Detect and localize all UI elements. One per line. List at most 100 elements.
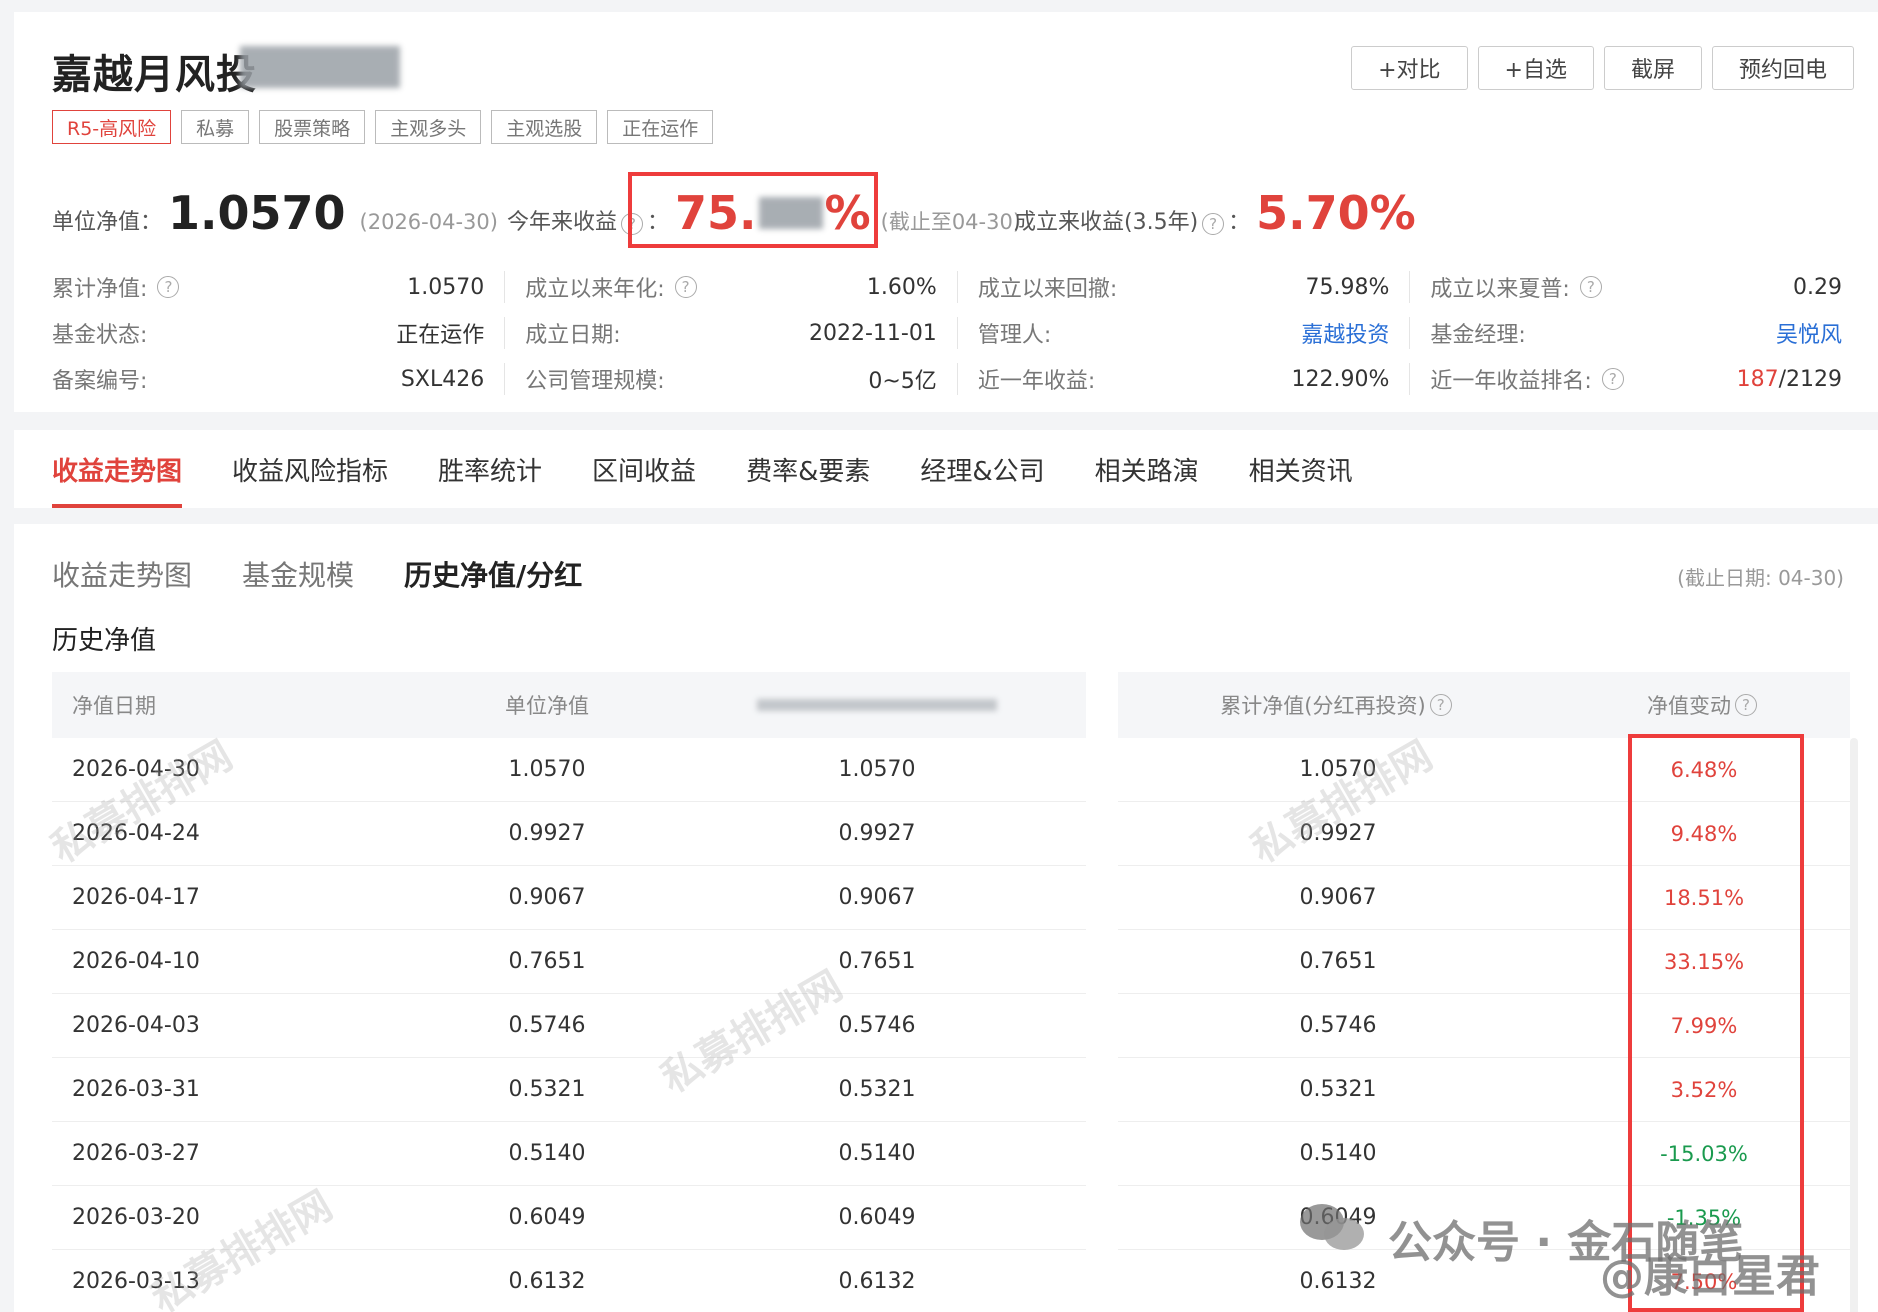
cell-date: 2026-03-20 bbox=[72, 1205, 200, 1230]
cell-nav: 0.6049 bbox=[508, 1205, 586, 1230]
stat-label-text: 成立日期: bbox=[525, 323, 621, 348]
help-icon[interactable]: ? bbox=[1429, 694, 1452, 716]
cell-date: 2026-04-17 bbox=[72, 885, 200, 910]
table-row: 2026-03-20 0.6049 0.6049 bbox=[52, 1186, 1086, 1250]
help-icon[interactable]: ? bbox=[674, 276, 697, 298]
screenshot-button[interactable]: 截屏 bbox=[1603, 46, 1702, 90]
col-date: 净值日期 bbox=[72, 694, 156, 718]
cell-nav2: 0.5321 bbox=[838, 1077, 916, 1102]
weibo-handle-overlay: @康白星君 bbox=[1600, 1251, 1820, 1302]
subtab-2[interactable]: 历史净值/分红 bbox=[404, 554, 582, 594]
compare-button[interactable]: +对比 bbox=[1351, 46, 1468, 90]
stat-value: 0~5亿 bbox=[868, 369, 937, 394]
stat-cell: 成立以来夏普:? 0.29 bbox=[1409, 271, 1862, 303]
tab-5[interactable]: 经理&公司 bbox=[920, 430, 1044, 508]
stat-label: 公司管理规模: bbox=[525, 363, 664, 395]
stat-cell: 成立日期: 2022-11-01 bbox=[504, 317, 957, 349]
stat-value: 187/2129 bbox=[1737, 367, 1842, 392]
col-nav-change: 净值变动? bbox=[1558, 690, 1850, 720]
cell-nav2: 0.5140 bbox=[838, 1141, 916, 1166]
tab-7[interactable]: 相关资讯 bbox=[1249, 430, 1353, 508]
cell-acc: 0.6132 bbox=[1299, 1269, 1377, 1294]
book-callback-button[interactable]: 预约回电 bbox=[1711, 46, 1854, 90]
table-row: 2026-03-31 0.5321 0.5321 bbox=[52, 1058, 1086, 1122]
cell-nav: 0.6132 bbox=[508, 1269, 586, 1294]
stat-label: 备案编号: bbox=[52, 363, 147, 395]
summary-row: 单位净值： 1.0570 (2026-04-30) 今年来收益 ? ： 75. … bbox=[52, 186, 1862, 246]
table-row: 2026-04-10 0.7651 0.7651 bbox=[52, 930, 1086, 994]
subtab-1[interactable]: 基金规模 bbox=[242, 554, 354, 594]
stat-label-text: 近一年收益: bbox=[977, 369, 1096, 394]
stat-cell: 近一年收益排名:? 187/2129 bbox=[1409, 363, 1862, 395]
col-acc-nav-label: 累计净值(分红再投资) bbox=[1220, 694, 1426, 718]
annotation-box-ytd bbox=[628, 172, 878, 248]
tab-0[interactable]: 收益走势图 bbox=[52, 430, 183, 508]
stat-value[interactable]: 嘉越投资 bbox=[1301, 317, 1389, 349]
stat-cell: 管理人: 嘉越投资 bbox=[956, 317, 1410, 349]
main-tabs-bar: 收益走势图 收益风险指标 胜率统计 区间收益 费率&要素 经理&公司 相关路演 相关资讯 bbox=[14, 430, 1878, 508]
help-icon[interactable]: ? bbox=[1601, 368, 1624, 390]
subtab-0[interactable]: 收益走势图 bbox=[52, 554, 192, 594]
cell-acc: 0.7651 bbox=[1299, 949, 1377, 974]
main-tabs: 收益走势图 收益风险指标 胜率统计 区间收益 费率&要素 经理&公司 相关路演 相关资讯 bbox=[52, 430, 1353, 508]
header-actions: +对比 +自选 截屏 预约回电 bbox=[1351, 46, 1854, 90]
cell-date: 2026-04-03 bbox=[72, 1013, 200, 1038]
tab-6[interactable]: 相关路演 bbox=[1095, 430, 1199, 508]
stat-label: 近一年收益: bbox=[978, 363, 1095, 395]
cell-nav: 0.7651 bbox=[508, 949, 586, 974]
tab-1[interactable]: 收益风险指标 bbox=[232, 430, 388, 508]
stat-label-text: 公司管理规模: bbox=[525, 369, 665, 394]
redacted-title-blur bbox=[240, 46, 400, 88]
status-tag: 正在运作 bbox=[607, 110, 714, 144]
stat-label-text: 累计净值: bbox=[52, 277, 148, 302]
history-table-left: 净值日期 单位净值 2026-04-30 1.0570 1.0570 2026-04-… bbox=[52, 672, 1086, 1312]
stat-cell: 基金经理: 吴悦风 bbox=[1409, 317, 1862, 349]
redacted-header-blur bbox=[757, 699, 997, 711]
stat-cell: 基金状态: 正在运作 bbox=[52, 317, 504, 349]
cell-nav2: 1.0570 bbox=[838, 757, 916, 782]
table-row: 2026-03-27 0.5140 0.5140 bbox=[52, 1122, 1086, 1186]
add-watchlist-button[interactable]: +自选 bbox=[1477, 46, 1594, 90]
stats-grid: 累计净值:? 1.0570 成立以来年化:? 1.60% 成立以来回撤: 75.98% 成立… bbox=[52, 264, 1862, 402]
stat-value[interactable]: 吴悦风 bbox=[1776, 317, 1842, 349]
cell-nav: 0.9927 bbox=[508, 821, 586, 846]
stats-row: 基金状态: 正在运作 成立日期: 2022-11-01 管理人: 嘉越投资 基金经理: 吴悦风 bbox=[52, 310, 1862, 356]
stat-label: 成立以来回撤: bbox=[978, 271, 1117, 303]
tab-3[interactable]: 区间收益 bbox=[592, 430, 696, 508]
stat-value: 1.0570 bbox=[407, 274, 485, 300]
stat-label-text: 管理人: bbox=[977, 323, 1052, 348]
tab-4[interactable]: 费率&要素 bbox=[746, 430, 870, 508]
stat-label-text: 基金经理: bbox=[1430, 323, 1526, 348]
cell-date: 2026-04-30 bbox=[72, 757, 200, 782]
strategy-tag: 股票策略 bbox=[259, 110, 366, 144]
cell-nav2: 0.9927 bbox=[838, 821, 916, 846]
stat-value: 75.98% bbox=[1305, 274, 1390, 300]
cell-acc: 0.5746 bbox=[1299, 1013, 1377, 1038]
cell-acc: 0.9927 bbox=[1299, 821, 1377, 846]
help-icon[interactable]: ? bbox=[1735, 694, 1757, 716]
help-icon[interactable]: ? bbox=[157, 276, 180, 298]
help-icon[interactable]: ? bbox=[1579, 276, 1602, 298]
rank-value: 187 bbox=[1736, 366, 1779, 392]
stat-label-text: 近一年收益排名: bbox=[1430, 369, 1592, 394]
cell-nav2: 0.6132 bbox=[838, 1269, 916, 1294]
stat-label: 成立日期: bbox=[525, 317, 620, 349]
stat-label: 管理人: bbox=[978, 317, 1051, 349]
cell-nav: 0.5746 bbox=[508, 1013, 586, 1038]
help-icon[interactable]: ? bbox=[1202, 213, 1225, 235]
col-acc-nav: 累计净值(分红再投资)? bbox=[1118, 690, 1558, 720]
cell-nav2: 0.5746 bbox=[838, 1013, 916, 1038]
ytd-date: (截止至04-30) bbox=[880, 210, 1022, 234]
fund-tags: R5-高风险 私募 股票策略 主观多头 主观选股 正在运作 bbox=[52, 110, 714, 144]
stat-label: 累计净值:? bbox=[52, 271, 183, 303]
table-row: 2026-04-24 0.9927 0.9927 bbox=[52, 802, 1086, 866]
table-scrollbar[interactable] bbox=[1850, 738, 1858, 1312]
as-of-date: (截止日期: 04-30) bbox=[1677, 566, 1844, 590]
stat-label: 成立以来年化:? bbox=[525, 271, 700, 303]
fund-type-tag: 私募 bbox=[181, 110, 250, 144]
cell-date: 2026-03-27 bbox=[72, 1141, 200, 1166]
stats-row: 累计净值:? 1.0570 成立以来年化:? 1.60% 成立以来回撤: 75.98% 成立… bbox=[52, 264, 1862, 310]
cell-nav: 0.9067 bbox=[508, 885, 586, 910]
table-row: 2026-04-30 1.0570 1.0570 bbox=[52, 738, 1086, 802]
tab-2[interactable]: 胜率统计 bbox=[438, 430, 542, 508]
